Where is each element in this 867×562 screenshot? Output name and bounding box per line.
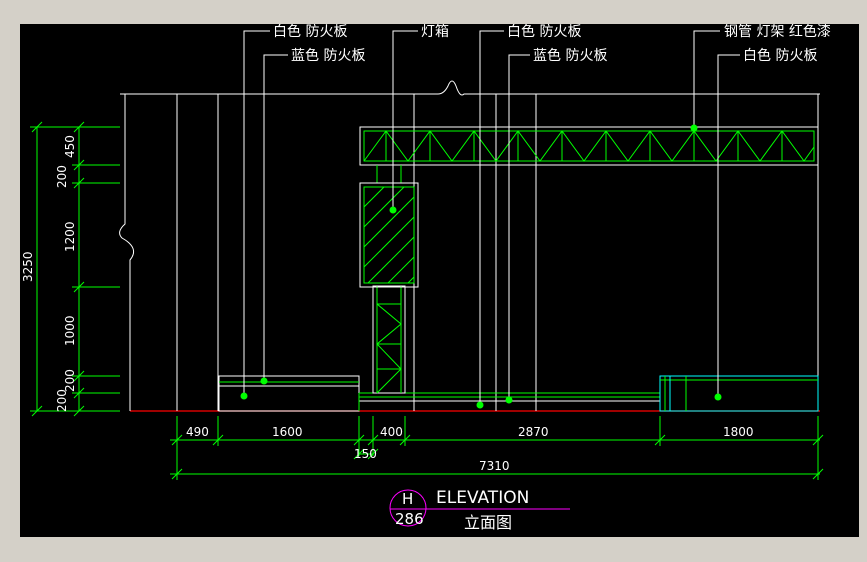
dim-bottom-2870: 2870	[518, 425, 549, 439]
callout-blue-board-1: 蓝色 防火板	[291, 47, 365, 64]
title-english: ELEVATION	[436, 488, 529, 508]
cad-viewer-frame: 白色 防火板 蓝色 防火板 灯箱 白色 防火板 蓝色 防火板 钢管 灯架 红色漆…	[0, 0, 867, 562]
callout-white-board-3: 白色 防火板	[743, 47, 817, 64]
dim-left-200a: 200	[55, 165, 69, 188]
dim-left-1000: 1000	[63, 315, 77, 346]
callout-light-box: 灯箱	[421, 24, 449, 40]
bubble-top-text: H	[402, 490, 413, 508]
callout-blue-board-2: 蓝色 防火板	[533, 47, 607, 64]
callout-white-board-1: 白色 防火板	[273, 24, 347, 40]
dim-left-200c: 200	[55, 389, 69, 412]
dim-bottom-490: 490	[186, 425, 209, 439]
top-break-line	[120, 80, 820, 96]
right-counter	[659, 375, 819, 412]
truss-column	[372, 165, 406, 394]
dim-bottom-1800: 1800	[723, 425, 754, 439]
light-box	[359, 182, 419, 288]
callout-white-board-2: 白色 防火板	[507, 24, 581, 40]
dim-left-450: 450	[63, 135, 77, 158]
left-break-symbol	[119, 94, 135, 411]
dim-bottom-total: 7310	[479, 459, 510, 473]
bubble-bottom-text: 286	[395, 510, 424, 528]
cad-drawing-canvas[interactable]: 白色 防火板 蓝色 防火板 灯箱 白色 防火板 蓝色 防火板 钢管 灯架 红色漆…	[20, 24, 859, 537]
elevation-drawing: 白色 防火板 蓝色 防火板 灯箱 白色 防火板 蓝色 防火板 钢管 灯架 红色漆…	[21, 24, 831, 532]
left-counter	[218, 375, 360, 412]
title-chinese: 立面图	[464, 513, 512, 532]
callout-truss: 钢管 灯架 红色漆	[724, 24, 831, 40]
dim-left-1200: 1200	[63, 221, 77, 252]
steel-truss	[359, 126, 819, 166]
dim-bottom-1600: 1600	[272, 425, 303, 439]
dim-left-total: 3250	[21, 251, 35, 282]
dim-bottom-150: 150	[354, 447, 377, 461]
title-block: H 286 ELEVATION 立面图	[389, 488, 570, 532]
wall-lines	[176, 94, 819, 411]
callout-leaders	[243, 30, 740, 405]
callout-dots	[240, 124, 722, 409]
dim-left-200b: 200	[63, 369, 77, 392]
dim-bottom-400: 400	[380, 425, 403, 439]
